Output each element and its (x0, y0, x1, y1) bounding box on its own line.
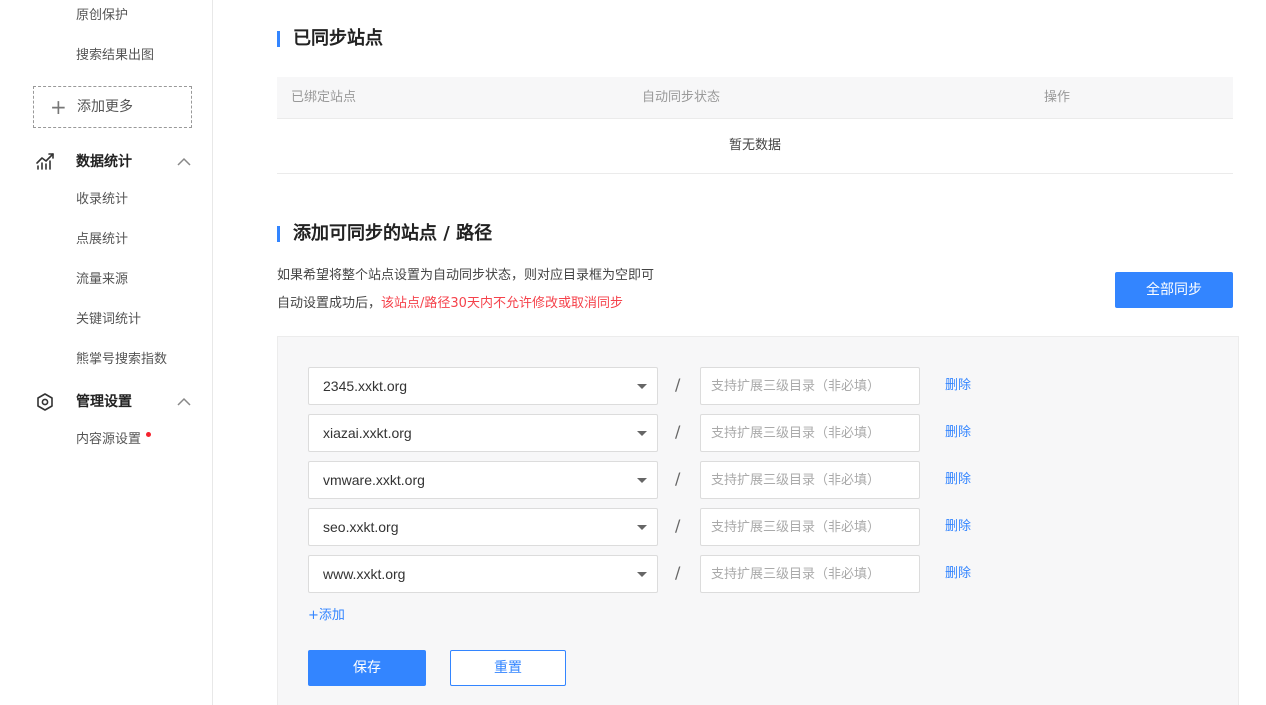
sidebar-item-click-impression-stats[interactable]: 点展统计 (76, 230, 128, 250)
warning-text: 该站点/路径30天内不允许修改或取消同步 (381, 296, 623, 311)
directory-input[interactable] (700, 461, 920, 499)
sync-all-button[interactable]: 全部同步 (1115, 272, 1233, 308)
site-select[interactable]: www.xxkt.org (308, 555, 658, 593)
site-select-value: www.xxkt.org (323, 566, 406, 582)
delete-link[interactable]: 删除 (945, 470, 971, 490)
caret-down-icon (627, 556, 657, 592)
delete-link[interactable]: 删除 (945, 423, 971, 443)
table-empty-state: 暂无数据 (277, 119, 1233, 174)
path-separator: / (675, 516, 681, 535)
synced-sites-title: 已同步站点 (277, 28, 383, 50)
chevron-up-icon[interactable] (176, 394, 192, 410)
site-select[interactable]: seo.xxkt.org (308, 508, 658, 546)
site-select-value: 2345.xxkt.org (323, 378, 408, 394)
directory-input[interactable] (700, 414, 920, 452)
path-separator: / (675, 563, 681, 582)
add-more-button[interactable]: + 添加更多 (33, 86, 192, 128)
column-header-sync-status: 自动同步状态 (642, 90, 721, 105)
site-select-value: seo.xxkt.org (323, 519, 399, 535)
hexagon-settings-icon (35, 392, 55, 412)
path-separator: / (675, 375, 681, 394)
path-separator: / (675, 469, 681, 488)
description-line-1: 如果希望将整个站点设置为自动同步状态，则对应目录框为空即可 (277, 268, 655, 283)
sidebar-item-original-protection[interactable]: 原创保护 (76, 6, 128, 26)
site-select-value: vmware.xxkt.org (323, 472, 425, 488)
delete-link[interactable]: 删除 (945, 376, 971, 396)
page-root: 原创保护 搜索结果出图 + 添加更多 数据统计 收录统计 点展统计 流量来源 关… (0, 0, 1266, 705)
directory-input[interactable] (700, 555, 920, 593)
sidebar-group-management[interactable]: 管理设置 (0, 390, 212, 414)
directory-input[interactable] (700, 367, 920, 405)
delete-link[interactable]: 删除 (945, 564, 971, 584)
column-header-bound-site: 已绑定站点 (291, 90, 357, 105)
sidebar-item-index-stats[interactable]: 收录统计 (76, 190, 128, 210)
reset-button[interactable]: 重置 (450, 650, 566, 686)
sidebar-group-label: 数据统计 (76, 154, 132, 170)
add-row-link[interactable]: +添加 (308, 606, 345, 626)
chevron-up-icon[interactable] (176, 154, 192, 170)
column-header-actions: 操作 (1044, 90, 1071, 105)
directory-input[interactable] (700, 508, 920, 546)
site-path-row: www.xxkt.org / 删除 (308, 555, 1008, 593)
site-select-value: xiazai.xxkt.org (323, 425, 412, 441)
sidebar-group-label: 管理设置 (76, 394, 132, 410)
sidebar-item-label: 内容源设置 (76, 432, 142, 447)
save-button[interactable]: 保存 (308, 650, 426, 686)
site-path-row: seo.xxkt.org / 删除 (308, 508, 1008, 546)
site-select[interactable]: 2345.xxkt.org (308, 367, 658, 405)
caret-down-icon (627, 462, 657, 498)
sidebar: 原创保护 搜索结果出图 + 添加更多 数据统计 收录统计 点展统计 流量来源 关… (0, 0, 213, 705)
caret-down-icon (627, 415, 657, 451)
sidebar-group-data-stats[interactable]: 数据统计 (0, 150, 212, 174)
sidebar-item-content-source-settings[interactable]: 内容源设置 (76, 430, 152, 450)
description-line-2: 自动设置成功后，该站点/路径30天内不允许修改或取消同步 (277, 294, 623, 314)
delete-link[interactable]: 删除 (945, 517, 971, 537)
description-prefix: 自动设置成功后， (277, 296, 382, 311)
sidebar-item-search-result-image[interactable]: 搜索结果出图 (76, 46, 154, 66)
sidebar-item-traffic-source[interactable]: 流量来源 (76, 270, 128, 290)
add-more-label: 添加更多 (77, 99, 133, 115)
site-path-row: vmware.xxkt.org / 删除 (308, 461, 1008, 499)
add-sites-title: 添加可同步的站点 / 路径 (277, 223, 492, 245)
path-separator: / (675, 422, 681, 441)
site-select[interactable]: vmware.xxkt.org (308, 461, 658, 499)
notification-dot (146, 432, 152, 437)
site-path-row: xiazai.xxkt.org / 删除 (308, 414, 1008, 452)
synced-table-header: 已绑定站点 自动同步状态 操作 (277, 77, 1233, 119)
plus-icon: + (50, 95, 67, 119)
sidebar-item-keyword-stats[interactable]: 关键词统计 (76, 310, 141, 330)
caret-down-icon (627, 368, 657, 404)
site-path-row: 2345.xxkt.org / 删除 (308, 367, 1008, 405)
caret-down-icon (627, 509, 657, 545)
chart-trend-icon (35, 152, 55, 172)
site-select[interactable]: xiazai.xxkt.org (308, 414, 658, 452)
sidebar-item-search-index[interactable]: 熊掌号搜索指数 (76, 350, 167, 370)
